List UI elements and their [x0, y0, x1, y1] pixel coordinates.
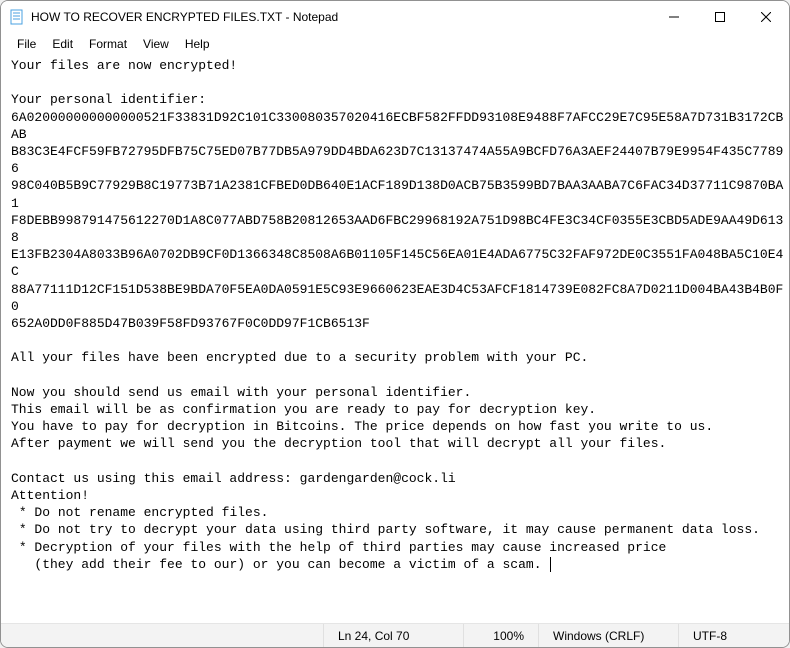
statusbar: Ln 24, Col 70 100% Windows (CRLF) UTF-8 [1, 623, 789, 647]
notepad-icon [9, 9, 25, 25]
status-spacer [1, 624, 324, 647]
menu-view[interactable]: View [135, 35, 177, 53]
status-encoding: UTF-8 [679, 624, 789, 647]
window-title: HOW TO RECOVER ENCRYPTED FILES.TXT - Not… [31, 10, 651, 24]
notepad-window: HOW TO RECOVER ENCRYPTED FILES.TXT - Not… [0, 0, 790, 648]
menu-edit[interactable]: Edit [44, 35, 81, 53]
window-controls [651, 1, 789, 33]
text-area[interactable]: Your files are now encrypted! Your perso… [1, 55, 789, 623]
close-button[interactable] [743, 1, 789, 33]
titlebar[interactable]: HOW TO RECOVER ENCRYPTED FILES.TXT - Not… [1, 1, 789, 33]
maximize-button[interactable] [697, 1, 743, 33]
status-position: Ln 24, Col 70 [324, 624, 464, 647]
menu-format[interactable]: Format [81, 35, 135, 53]
document-text: Your files are now encrypted! Your perso… [11, 58, 783, 572]
status-line-ending: Windows (CRLF) [539, 624, 679, 647]
menu-help[interactable]: Help [177, 35, 218, 53]
text-caret [550, 557, 551, 572]
menu-file[interactable]: File [9, 35, 44, 53]
menubar: File Edit Format View Help [1, 33, 789, 55]
minimize-button[interactable] [651, 1, 697, 33]
status-zoom: 100% [464, 624, 539, 647]
